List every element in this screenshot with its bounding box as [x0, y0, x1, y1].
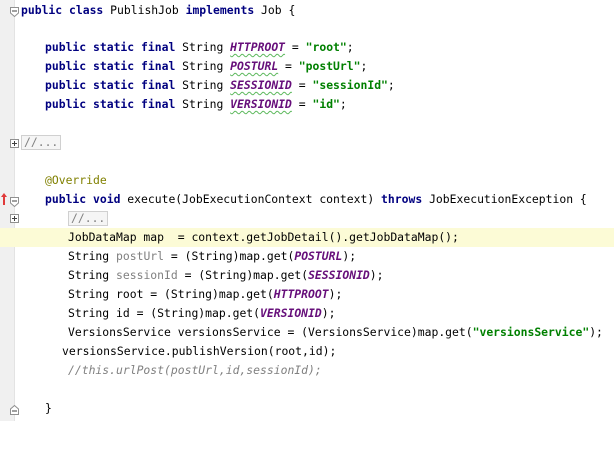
code-token: );: [342, 249, 357, 263]
code-text: public class PublishJob implements Job {: [21, 1, 295, 20]
code-text: public static final String VERSIONID = "…: [45, 95, 347, 114]
code-token: =: [291, 78, 313, 92]
code-line-method-close[interactable]: }: [0, 399, 614, 418]
code-editor[interactable]: public class PublishJob implements Job {…: [0, 0, 614, 421]
code-token: VersionsService versionsService = (Versi…: [68, 325, 473, 339]
code-token: JobDataMap map = context.getJobDetail().…: [68, 230, 459, 244]
code-line-sessionid[interactable]: String sessionId = (String)map.get(SESSI…: [0, 266, 614, 285]
code-token: String: [182, 78, 231, 92]
code-token: PublishJob: [110, 3, 186, 17]
code-token: POSTURL: [294, 249, 343, 263]
code-text: public void execute(JobExecutionContext …: [45, 190, 587, 209]
code-text: }: [45, 399, 52, 418]
code-line-override[interactable]: @Override: [0, 171, 614, 190]
code-text: String root = (String)map.get(HTTPROOT);: [68, 285, 342, 304]
code-line-method-decl[interactable]: public void execute(JobExecutionContext …: [0, 190, 614, 209]
code-token: implements: [185, 3, 262, 17]
code-token: "id": [312, 97, 340, 111]
code-token: sessionId: [116, 268, 178, 282]
code-token: execute(JobExecutionContext context): [127, 192, 382, 206]
code-token: =: [285, 40, 306, 54]
code-line-posturl[interactable]: String postUrl = (String)map.get(POSTURL…: [0, 247, 614, 266]
code-text: public static final String SESSIONID = "…: [45, 76, 395, 95]
code-token: "postUrl": [298, 59, 361, 73]
code-text: String id = (String)map.get(VERSIONID);: [68, 304, 335, 323]
code-token: =: [278, 59, 299, 73]
code-token: String: [182, 59, 231, 73]
code-token: ;: [346, 40, 354, 54]
code-line-field-versionid[interactable]: public static final String VERSIONID = "…: [0, 95, 614, 114]
code-token: @Override: [45, 173, 107, 187]
code-token: "sessionId": [312, 78, 388, 92]
code-token: = (String)map.get(: [177, 268, 309, 282]
code-token: ;: [360, 59, 368, 73]
code-line-commented-post[interactable]: //this.urlPost(postUrl,id,sessionId);: [0, 361, 614, 380]
code-token: );: [369, 268, 384, 282]
code-text: VersionsService versionsService = (Versi…: [68, 323, 603, 342]
code-token: String: [68, 249, 117, 263]
code-line-field-httproot[interactable]: public static final String HTTPROOT = "r…: [0, 38, 614, 57]
code-token: public class: [21, 3, 111, 17]
code-token: =: [291, 97, 313, 111]
code-token: );: [328, 287, 343, 301]
code-token: HTTPROOT: [273, 287, 329, 301]
code-token: );: [589, 325, 603, 339]
code-line-publish[interactable]: versionsService.publishVersion(root,id);: [0, 342, 614, 361]
code-line-root[interactable]: String root = (String)map.get(HTTPROOT);: [0, 285, 614, 304]
code-token: throws: [381, 192, 430, 206]
code-token: "versionsService": [472, 325, 590, 339]
code-text: String sessionId = (String)map.get(SESSI…: [68, 266, 384, 285]
code-line-class-decl[interactable]: public class PublishJob implements Job {: [0, 1, 614, 20]
code-line-id[interactable]: String id = (String)map.get(VERSIONID);: [0, 304, 614, 323]
folded-region[interactable]: //...: [21, 133, 62, 152]
code-token: versionsService.publishVersion(root,id);: [62, 344, 337, 358]
code-line-field-sessionid[interactable]: public static final String SESSIONID = "…: [0, 76, 614, 95]
code-token: public static final: [45, 40, 183, 54]
code-line-folded-comment[interactable]: //...: [0, 133, 614, 152]
code-token: String id = (String)map.get(: [68, 306, 261, 320]
code-token: JobExecutionException {: [429, 192, 587, 206]
code-token: String root = (String)map.get(: [68, 287, 274, 301]
code-token: //this.urlPost(postUrl,id,sessionId);: [68, 363, 322, 377]
code-line-current[interactable]: JobDataMap map = context.getJobDetail().…: [0, 228, 614, 247]
code-token: VERSIONID: [260, 306, 322, 320]
code-token: //...: [21, 135, 62, 150]
code-token: = (String)map.get(: [164, 249, 295, 263]
code-token: ;: [339, 97, 347, 111]
code-text: public static final String POSTURL = "po…: [45, 57, 367, 76]
code-token: POSTURL: [230, 59, 279, 73]
code-token: public static final: [45, 97, 183, 111]
code-text: //this.urlPost(postUrl,id,sessionId);: [68, 361, 322, 380]
code-token: public static final: [45, 59, 183, 73]
code-token: String: [182, 40, 231, 54]
code-token: Job {: [261, 3, 296, 17]
code-text: JobDataMap map = context.getJobDetail().…: [68, 228, 459, 247]
code-token: String: [68, 268, 117, 282]
code-token: public static final: [45, 78, 183, 92]
code-token: postUrl: [116, 249, 165, 263]
code-line-field-posturl[interactable]: public static final String POSTURL = "po…: [0, 57, 614, 76]
code-token: "root": [305, 40, 347, 54]
code-token: ;: [387, 78, 395, 92]
code-token: //...: [68, 211, 109, 226]
code-token: VERSIONID: [230, 97, 292, 111]
code-token: String: [182, 97, 231, 111]
code-token: public void: [45, 192, 128, 206]
code-text: String postUrl = (String)map.get(POSTURL…: [68, 247, 356, 266]
folded-region[interactable]: //...: [68, 209, 109, 228]
code-token: }: [45, 401, 52, 415]
code-text: @Override: [45, 171, 107, 190]
code-token: SESSIONID: [308, 268, 370, 282]
code-line-folded-comment-2[interactable]: //...: [0, 209, 614, 228]
code-line-service[interactable]: VersionsService versionsService = (Versi…: [0, 323, 614, 342]
code-token: HTTPROOT: [230, 40, 286, 54]
code-token: SESSIONID: [230, 78, 292, 92]
code-token: );: [321, 306, 336, 320]
code-text: versionsService.publishVersion(root,id);: [62, 342, 336, 361]
code-text: public static final String HTTPROOT = "r…: [45, 38, 354, 57]
